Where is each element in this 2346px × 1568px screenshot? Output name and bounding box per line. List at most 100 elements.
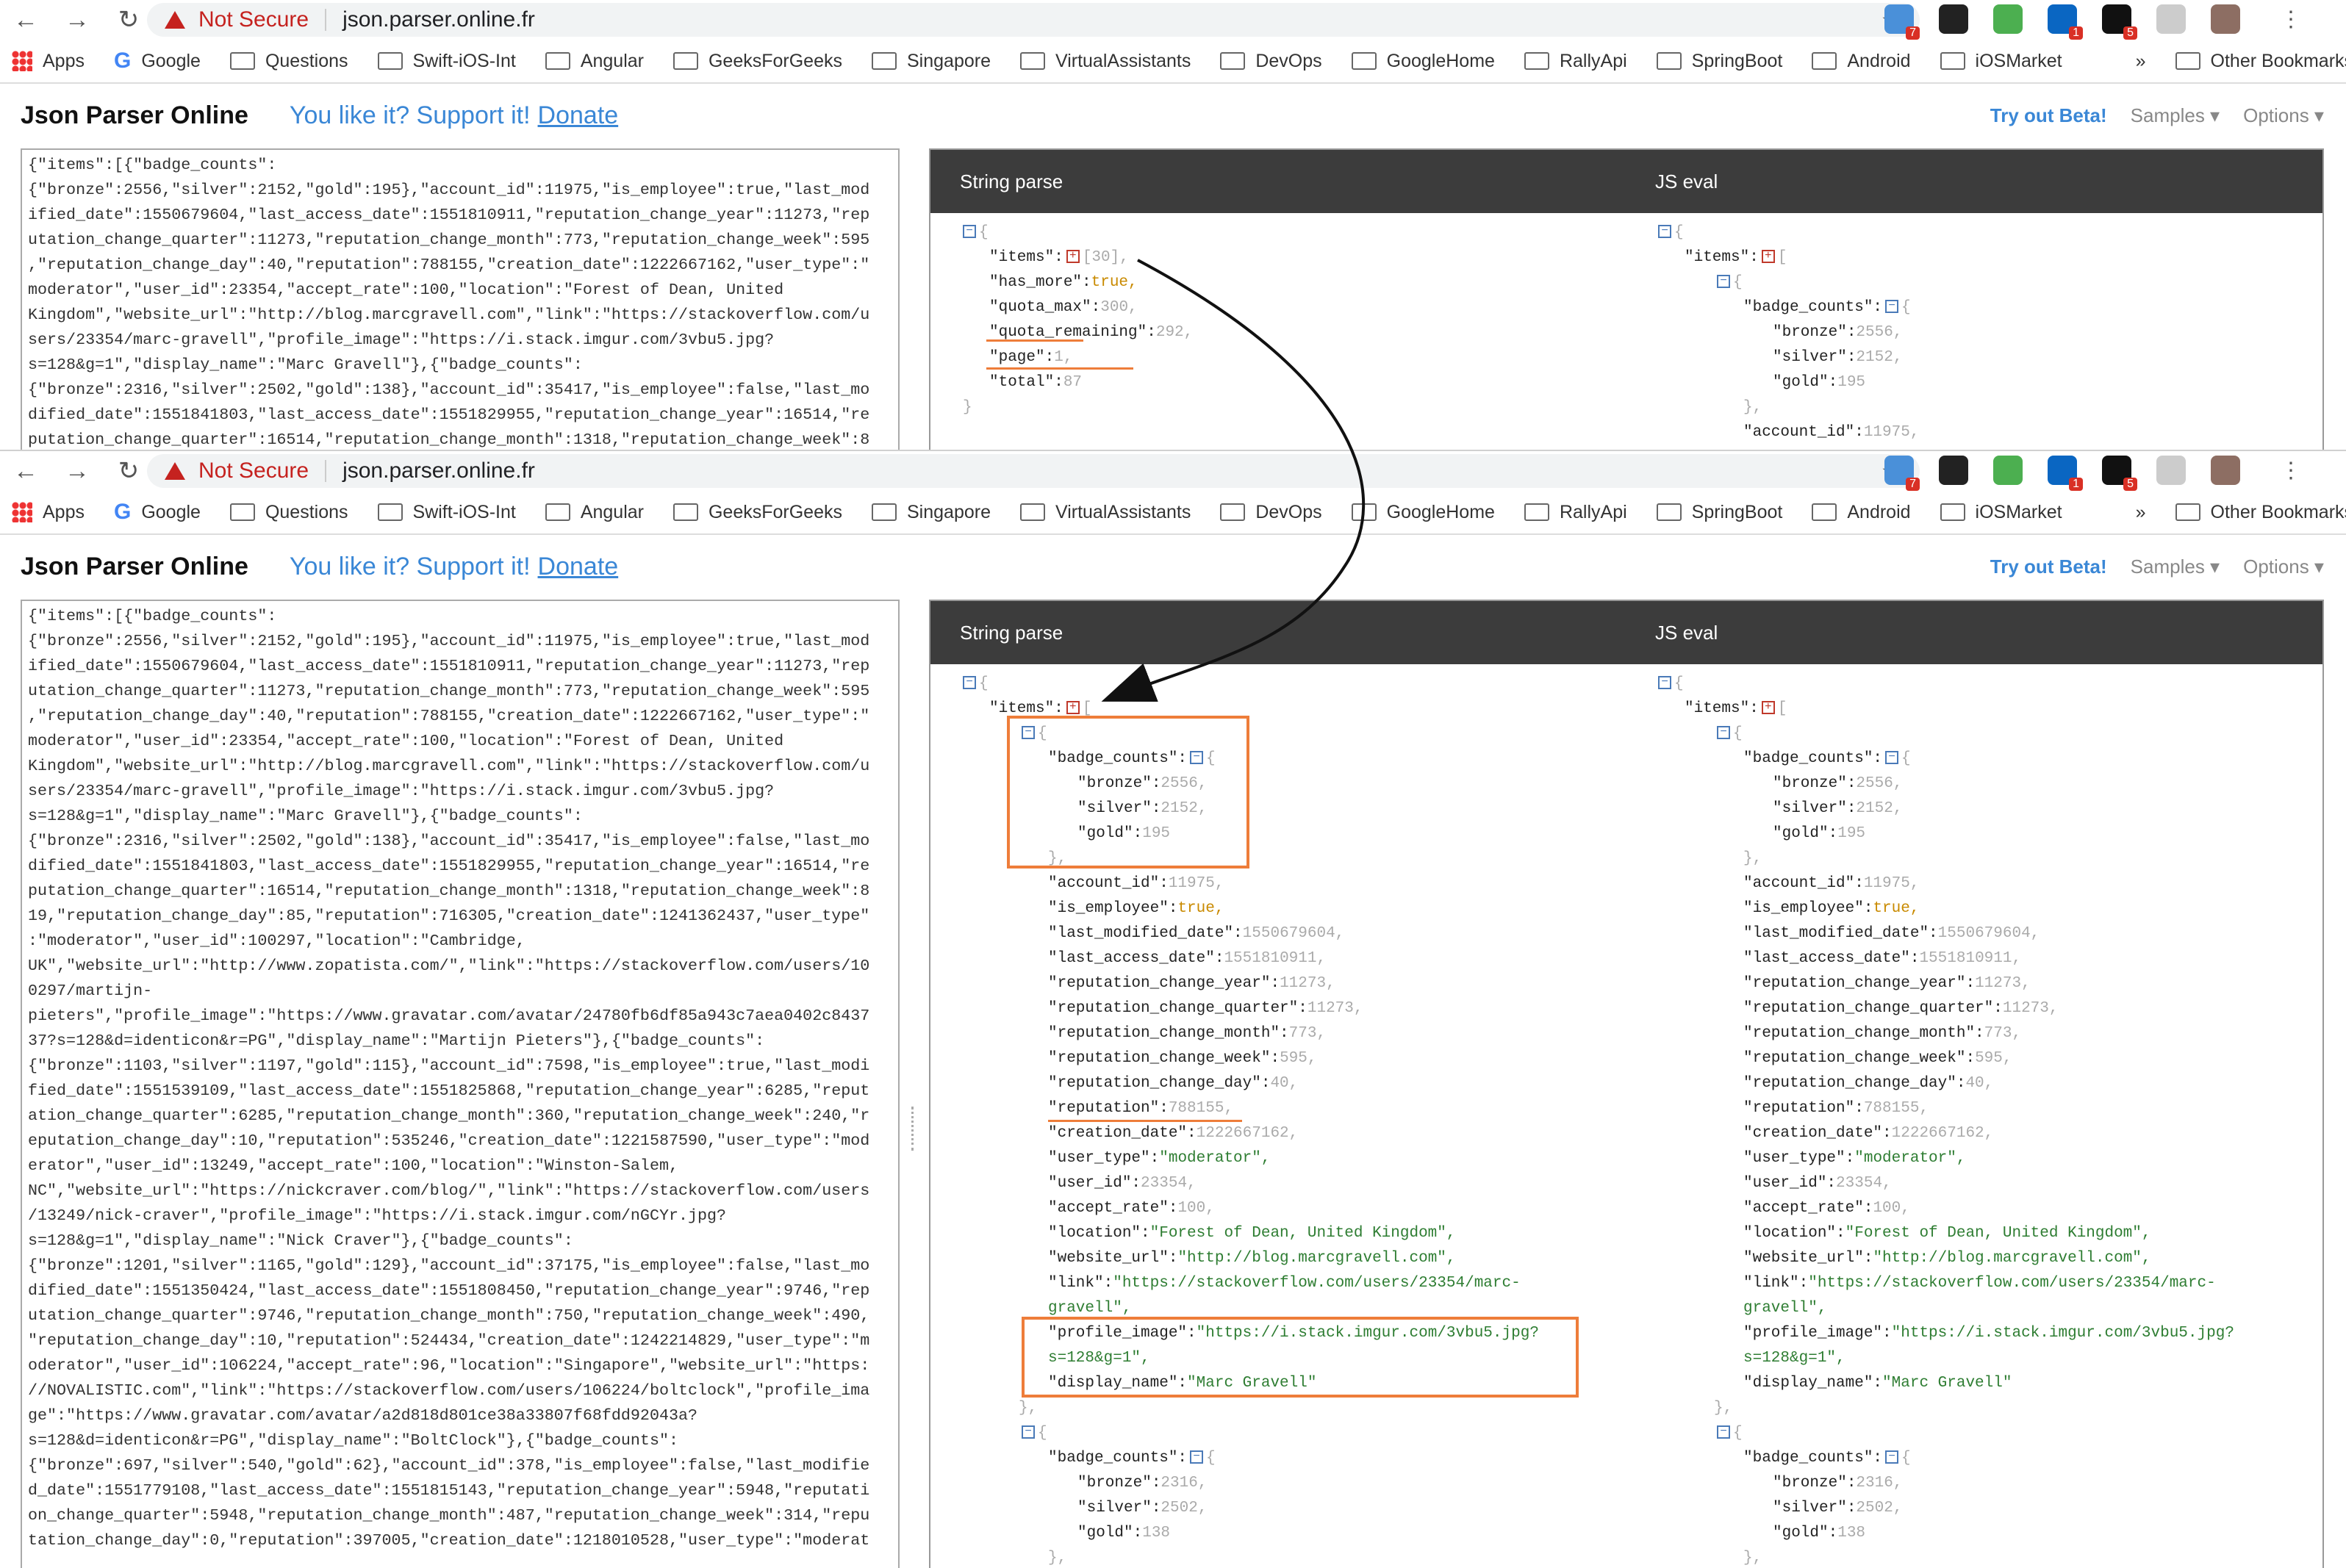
ghost-ext-icon[interactable] bbox=[1939, 4, 1968, 34]
bookmark-google[interactable]: G Google bbox=[114, 500, 201, 525]
bookmark-folder[interactable]: Angular bbox=[545, 51, 644, 72]
expand-toggle-icon[interactable]: + bbox=[1761, 250, 1775, 264]
bookmarks-overflow-button[interactable]: » bbox=[2136, 502, 2146, 523]
bookmark-folder[interactable]: Swift-iOS-Int bbox=[377, 51, 516, 72]
samples-menu[interactable]: Samples ▾ bbox=[2131, 555, 2220, 578]
download-ext-icon[interactable] bbox=[1993, 4, 2023, 34]
collapse-toggle-icon[interactable]: − bbox=[1885, 300, 1899, 314]
folder-icon bbox=[1812, 503, 1837, 521]
expand-toggle-icon[interactable]: + bbox=[1066, 250, 1080, 264]
expand-toggle-icon[interactable]: + bbox=[1066, 701, 1080, 715]
json-input-textarea[interactable]: {"items":[{"badge_counts": {"bronze":255… bbox=[21, 600, 900, 1568]
json-value: 2502, bbox=[1161, 1500, 1208, 1517]
bookmark-folder[interactable]: Android bbox=[1812, 50, 1911, 72]
bookmark-folder[interactable]: Android bbox=[1812, 502, 1911, 523]
bookmarks-bar: Apps G Google Questions Swift-iOS-Int Angular… bbox=[0, 40, 2346, 84]
collapse-toggle-icon[interactable]: − bbox=[1658, 676, 1671, 690]
bookmark-folder[interactable]: iOSMarket bbox=[1940, 502, 2062, 523]
json-value: 23354, bbox=[1141, 1175, 1197, 1192]
json-key: "reputation_change_year": bbox=[1743, 975, 1976, 992]
bookmark-folder[interactable]: SpringBoot bbox=[1656, 51, 1782, 72]
translate-ext-icon[interactable]: 7 bbox=[1884, 4, 1920, 40]
bookmark-folder[interactable]: Singapore bbox=[872, 51, 991, 72]
options-menu[interactable]: Options ▾ bbox=[2243, 555, 2324, 578]
bookmark-folder[interactable]: DevOps bbox=[1220, 51, 1322, 72]
bookmarks-overflow-button[interactable]: » bbox=[2136, 51, 2146, 72]
json-value: 2556, bbox=[1856, 775, 1903, 792]
pane-splitter[interactable] bbox=[911, 1107, 914, 1151]
bookmark-label: Android bbox=[1847, 50, 1911, 71]
bookmark-folder[interactable]: GeeksForGeeks bbox=[672, 502, 842, 523]
forward-button[interactable]: → bbox=[51, 457, 103, 486]
donate-link[interactable]: Donate bbox=[538, 553, 619, 581]
bookmark-folder[interactable]: GoogleHome bbox=[1351, 51, 1495, 72]
amazon-ext-icon[interactable]: 5 bbox=[2102, 4, 2137, 40]
back-button[interactable]: ← bbox=[0, 6, 51, 35]
bookmark-folder[interactable]: RallyApi bbox=[1524, 51, 1627, 72]
page-title: Json Parser Online bbox=[21, 552, 248, 580]
collapse-toggle-icon[interactable]: − bbox=[1717, 1425, 1730, 1439]
collapse-toggle-icon[interactable]: − bbox=[1885, 751, 1899, 765]
collapse-toggle-icon[interactable]: − bbox=[1885, 1450, 1899, 1464]
tree-line: "reputation_change_week":595, bbox=[1048, 1046, 1316, 1071]
options-menu[interactable]: Options ▾ bbox=[2243, 104, 2324, 127]
profile-avatar-icon[interactable] bbox=[2211, 456, 2240, 485]
url-text[interactable]: json.parser.online.fr bbox=[342, 458, 535, 483]
linkedin-ext-icon[interactable]: 1 bbox=[2048, 4, 2083, 40]
translate-ext-icon[interactable]: 7 bbox=[1884, 456, 1920, 491]
bookmark-folder[interactable]: RallyApi bbox=[1524, 502, 1627, 523]
browser-menu-icon[interactable]: ⋮ bbox=[2265, 458, 2317, 483]
collapse-toggle-icon[interactable]: − bbox=[1717, 275, 1730, 289]
bookmark-folder[interactable]: Singapore bbox=[872, 502, 991, 523]
omnibox[interactable]: Not Securejson.parser.online.fr☆ bbox=[147, 454, 1920, 488]
collapse-toggle-icon[interactable]: − bbox=[963, 225, 976, 239]
profile-avatar-icon[interactable] bbox=[2211, 4, 2240, 34]
bookmark-folder[interactable]: Questions bbox=[229, 502, 348, 523]
circle-ext-icon[interactable] bbox=[2156, 456, 2186, 485]
not-secure-label[interactable]: Not Secure bbox=[198, 458, 309, 483]
bookmark-folder[interactable]: Swift-iOS-Int bbox=[377, 502, 516, 523]
bookmark-apps[interactable]: Apps bbox=[12, 51, 85, 72]
bookmark-folder[interactable]: DevOps bbox=[1220, 502, 1322, 523]
expand-toggle-icon[interactable]: + bbox=[1761, 701, 1775, 715]
bookmark-folder[interactable]: Questions bbox=[229, 51, 348, 72]
circle-ext-icon[interactable] bbox=[2156, 4, 2186, 34]
bookmark-folder[interactable]: GeeksForGeeks bbox=[672, 51, 842, 72]
url-text[interactable]: json.parser.online.fr bbox=[342, 7, 535, 32]
ghost-ext-icon[interactable] bbox=[1939, 456, 1968, 485]
warning-icon bbox=[165, 11, 185, 29]
amazon-ext-icon[interactable]: 5 bbox=[2102, 456, 2137, 491]
samples-menu[interactable]: Samples ▾ bbox=[2131, 104, 2220, 127]
download-ext-icon[interactable] bbox=[1993, 456, 2023, 485]
other-bookmarks[interactable]: Other Bookmarks bbox=[2175, 51, 2346, 72]
not-secure-label[interactable]: Not Secure bbox=[198, 7, 309, 32]
tree-line: "account_id":11975, bbox=[1743, 420, 1919, 445]
collapse-toggle-icon[interactable]: − bbox=[1717, 726, 1730, 740]
json-key: "quota_max": bbox=[989, 299, 1101, 316]
browser-menu-icon[interactable]: ⋮ bbox=[2265, 7, 2317, 32]
bookmark-folder[interactable]: GoogleHome bbox=[1351, 502, 1495, 523]
collapse-toggle-icon[interactable]: − bbox=[963, 676, 976, 690]
collapse-toggle-icon[interactable]: − bbox=[1190, 1450, 1204, 1464]
json-value: 87 bbox=[1063, 374, 1083, 391]
folder-icon bbox=[1940, 52, 1965, 70]
json-value: 788155, bbox=[1168, 1100, 1234, 1117]
back-button[interactable]: ← bbox=[0, 457, 51, 486]
collapse-toggle-icon[interactable]: − bbox=[1658, 225, 1671, 239]
bookmark-folder[interactable]: VirtualAssistants bbox=[1019, 502, 1191, 523]
donate-link[interactable]: Donate bbox=[538, 101, 619, 130]
collapse-toggle-icon[interactable]: − bbox=[1022, 1425, 1035, 1439]
bookmark-folder[interactable]: Angular bbox=[545, 502, 644, 523]
other-bookmarks[interactable]: Other Bookmarks bbox=[2175, 502, 2346, 523]
omnibox[interactable]: Not Securejson.parser.online.fr☆ bbox=[147, 3, 1920, 37]
bookmark-google[interactable]: G Google bbox=[114, 48, 201, 73]
try-beta-link[interactable]: Try out Beta! bbox=[1990, 104, 2107, 127]
bookmark-apps[interactable]: Apps bbox=[12, 502, 85, 523]
json-input-textarea[interactable]: {"items":[{"badge_counts": {"bronze":255… bbox=[21, 148, 900, 450]
bookmark-folder[interactable]: SpringBoot bbox=[1656, 502, 1782, 523]
bookmark-folder[interactable]: iOSMarket bbox=[1940, 51, 2062, 72]
bookmark-folder[interactable]: VirtualAssistants bbox=[1019, 51, 1191, 72]
try-beta-link[interactable]: Try out Beta! bbox=[1990, 555, 2107, 578]
forward-button[interactable]: → bbox=[51, 6, 103, 35]
linkedin-ext-icon[interactable]: 1 bbox=[2048, 456, 2083, 491]
